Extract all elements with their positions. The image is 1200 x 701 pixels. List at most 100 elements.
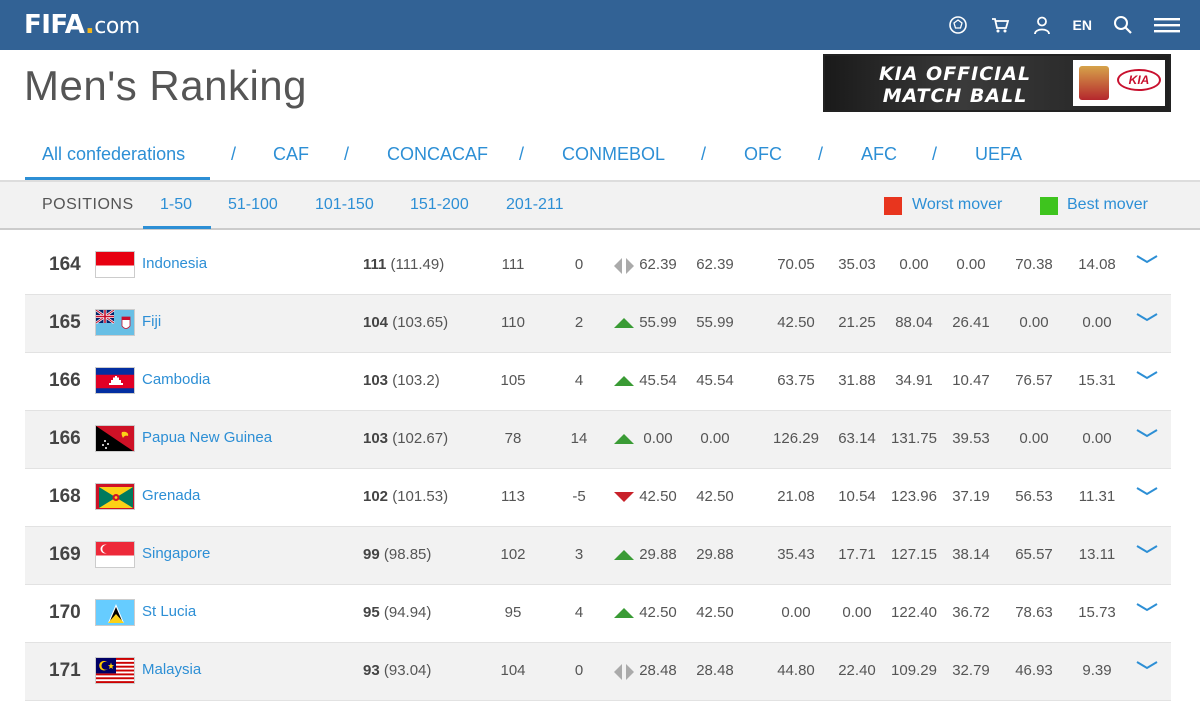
tab-separator: / — [932, 144, 938, 164]
team-name-link[interactable]: St Lucia — [142, 585, 196, 643]
search-icon[interactable] — [1112, 14, 1134, 36]
tab-all-confederations[interactable]: All confederations — [42, 144, 185, 165]
points-column-6: 32.79 — [952, 662, 990, 679]
points-exact: (93.04) — [383, 662, 432, 679]
total-points: 102 (101.53) — [363, 469, 453, 527]
points-rounded: 103 — [363, 430, 389, 447]
points-column-2: 42.50 — [696, 488, 734, 505]
tab-concacaf[interactable]: CONCACAF — [387, 144, 488, 165]
points-column-5: 127.15 — [891, 546, 937, 563]
confederation-tabs: All confederations / CAF / CONCACAF / CO… — [0, 134, 1200, 182]
table-row[interactable]: 171 Malaysia 93 (93.04) 104 0 28.48 28.48 44.80… — [25, 643, 1171, 701]
expand-chevron-icon[interactable] — [1135, 427, 1159, 441]
total-points: 111 (111.49) — [363, 237, 453, 295]
tab-caf[interactable]: CAF — [273, 144, 309, 165]
points-rounded: 103 — [363, 372, 389, 389]
best-mover-label: Best mover — [1067, 196, 1148, 213]
team-name-link[interactable]: Indonesia — [142, 237, 207, 295]
language-selector[interactable]: EN — [1073, 14, 1092, 36]
tab-conmebol[interactable]: CONMEBOL — [562, 144, 665, 165]
points-rounded: 99 — [363, 546, 380, 563]
points-column-8: 0.00 — [1082, 314, 1112, 331]
tab-separator: / — [519, 144, 525, 164]
range-1-50[interactable]: 1-50 — [160, 196, 192, 214]
range-51-100[interactable]: 51-100 — [228, 196, 278, 214]
expand-chevron-icon[interactable] — [1135, 311, 1159, 325]
total-points: 95 (94.94) — [363, 585, 453, 643]
expand-chevron-icon[interactable] — [1135, 369, 1159, 383]
tab-uefa[interactable]: UEFA — [975, 144, 1022, 165]
ad-line-2: MATCH BALL CARRIER — [882, 85, 1028, 110]
table-row[interactable]: 169 Singapore 99 (98.85) 102 3 29.88 29.88 35.4… — [25, 527, 1171, 585]
tab-separator: / — [701, 144, 707, 164]
flag-stlucia-icon — [95, 599, 135, 626]
expand-chevron-icon[interactable] — [1135, 601, 1159, 615]
points-column-1: 0.00 — [643, 430, 673, 447]
ball-icon[interactable] — [947, 14, 969, 36]
tab-afc[interactable]: AFC — [861, 144, 897, 165]
best-mover-swatch — [1040, 197, 1058, 215]
expand-chevron-icon[interactable] — [1135, 253, 1159, 267]
tab-ofc[interactable]: OFC — [744, 144, 782, 165]
range-151-200[interactable]: 151-200 — [410, 196, 469, 214]
team-name-link[interactable]: Cambodia — [142, 353, 210, 411]
points-column-8: 0.00 — [1082, 430, 1112, 447]
points-column-4: 22.40 — [838, 662, 876, 679]
positions-label: POSITIONS — [42, 196, 134, 213]
points-column-5: 88.04 — [895, 314, 933, 331]
team-name-link[interactable]: Papua New Guinea — [142, 411, 272, 469]
flag-fiji-icon — [95, 309, 135, 336]
table-row[interactable]: 164 Indonesia 111 (111.49) 111 0 62.39 62.39 70… — [25, 237, 1171, 295]
total-points: 93 (93.04) — [363, 643, 453, 701]
cart-icon[interactable] — [989, 14, 1011, 36]
position-change: 4 — [574, 604, 584, 621]
points-column-3: 126.29 — [773, 430, 819, 447]
points-column-1: 42.50 — [639, 604, 677, 621]
expand-chevron-icon[interactable] — [1135, 485, 1159, 499]
flag-cambodia-icon — [95, 367, 135, 394]
table-row[interactable]: 166 Cambodia 103 (103.2) 105 4 45.54 45.54 63.7… — [25, 353, 1171, 411]
team-name-link[interactable]: Grenada — [142, 469, 200, 527]
points-column-6: 10.47 — [952, 372, 990, 389]
rank: 170 — [49, 602, 81, 623]
range-101-150[interactable]: 101-150 — [315, 196, 374, 214]
team-name-link[interactable]: Fiji — [142, 295, 161, 353]
range-201-211[interactable]: 201-211 — [506, 196, 564, 214]
expand-chevron-icon[interactable] — [1135, 543, 1159, 557]
points-column-7: 76.57 — [1015, 372, 1053, 389]
points-column-4: 31.88 — [838, 372, 876, 389]
table-row[interactable]: 170 St Lucia 95 (94.94) 95 4 42.50 42.50 0.00 0.… — [25, 585, 1171, 643]
user-icon[interactable] — [1031, 14, 1053, 36]
points-rounded: 104 — [363, 314, 389, 331]
flag-malaysia-icon — [95, 657, 135, 684]
tab-separator: / — [344, 144, 350, 164]
points-column-5: 0.00 — [899, 256, 929, 273]
table-row[interactable]: 168 Grenada 102 (101.53) 113 -5 42.50 42.50 21.… — [25, 469, 1171, 527]
points-column-3: 70.05 — [777, 256, 815, 273]
points-column-4: 21.25 — [838, 314, 876, 331]
points-column-7: 65.57 — [1015, 546, 1053, 563]
points-column-4: 63.14 — [838, 430, 876, 447]
points-column-7: 78.63 — [1015, 604, 1053, 621]
points-column-6: 36.72 — [952, 604, 990, 621]
total-points: 99 (98.85) — [363, 527, 453, 585]
points-column-2: 0.00 — [700, 430, 730, 447]
team-name-link[interactable]: Malaysia — [142, 643, 201, 701]
points-column-6: 39.53 — [952, 430, 990, 447]
previous-points: 113 — [501, 488, 525, 505]
flag-singapore-icon — [95, 541, 135, 568]
expand-chevron-icon[interactable] — [1135, 659, 1159, 673]
table-row[interactable]: 165 Fiji 104 (103.65) 110 2 55.99 55.99 42.50 21… — [25, 295, 1171, 353]
fifa-logo[interactable]: FIFA.com — [24, 10, 140, 42]
rank: 168 — [49, 486, 81, 507]
points-column-8: 15.31 — [1078, 372, 1116, 389]
ad-banner[interactable]: KIA OFFICIAL MATCH BALL CARRIER KIA — [823, 54, 1171, 112]
table-row[interactable]: 166 Papua New Guinea 103 (102.67) 78 14 0.00 0… — [25, 411, 1171, 469]
points-column-4: 35.03 — [838, 256, 876, 273]
points-exact: (101.53) — [392, 488, 449, 505]
ranking-table: 164 Indonesia 111 (111.49) 111 0 62.39 62.39 70… — [25, 237, 1171, 701]
previous-points: 104 — [500, 662, 526, 679]
points-column-6: 26.41 — [952, 314, 990, 331]
team-name-link[interactable]: Singapore — [142, 527, 210, 585]
menu-icon[interactable] — [1154, 14, 1180, 36]
